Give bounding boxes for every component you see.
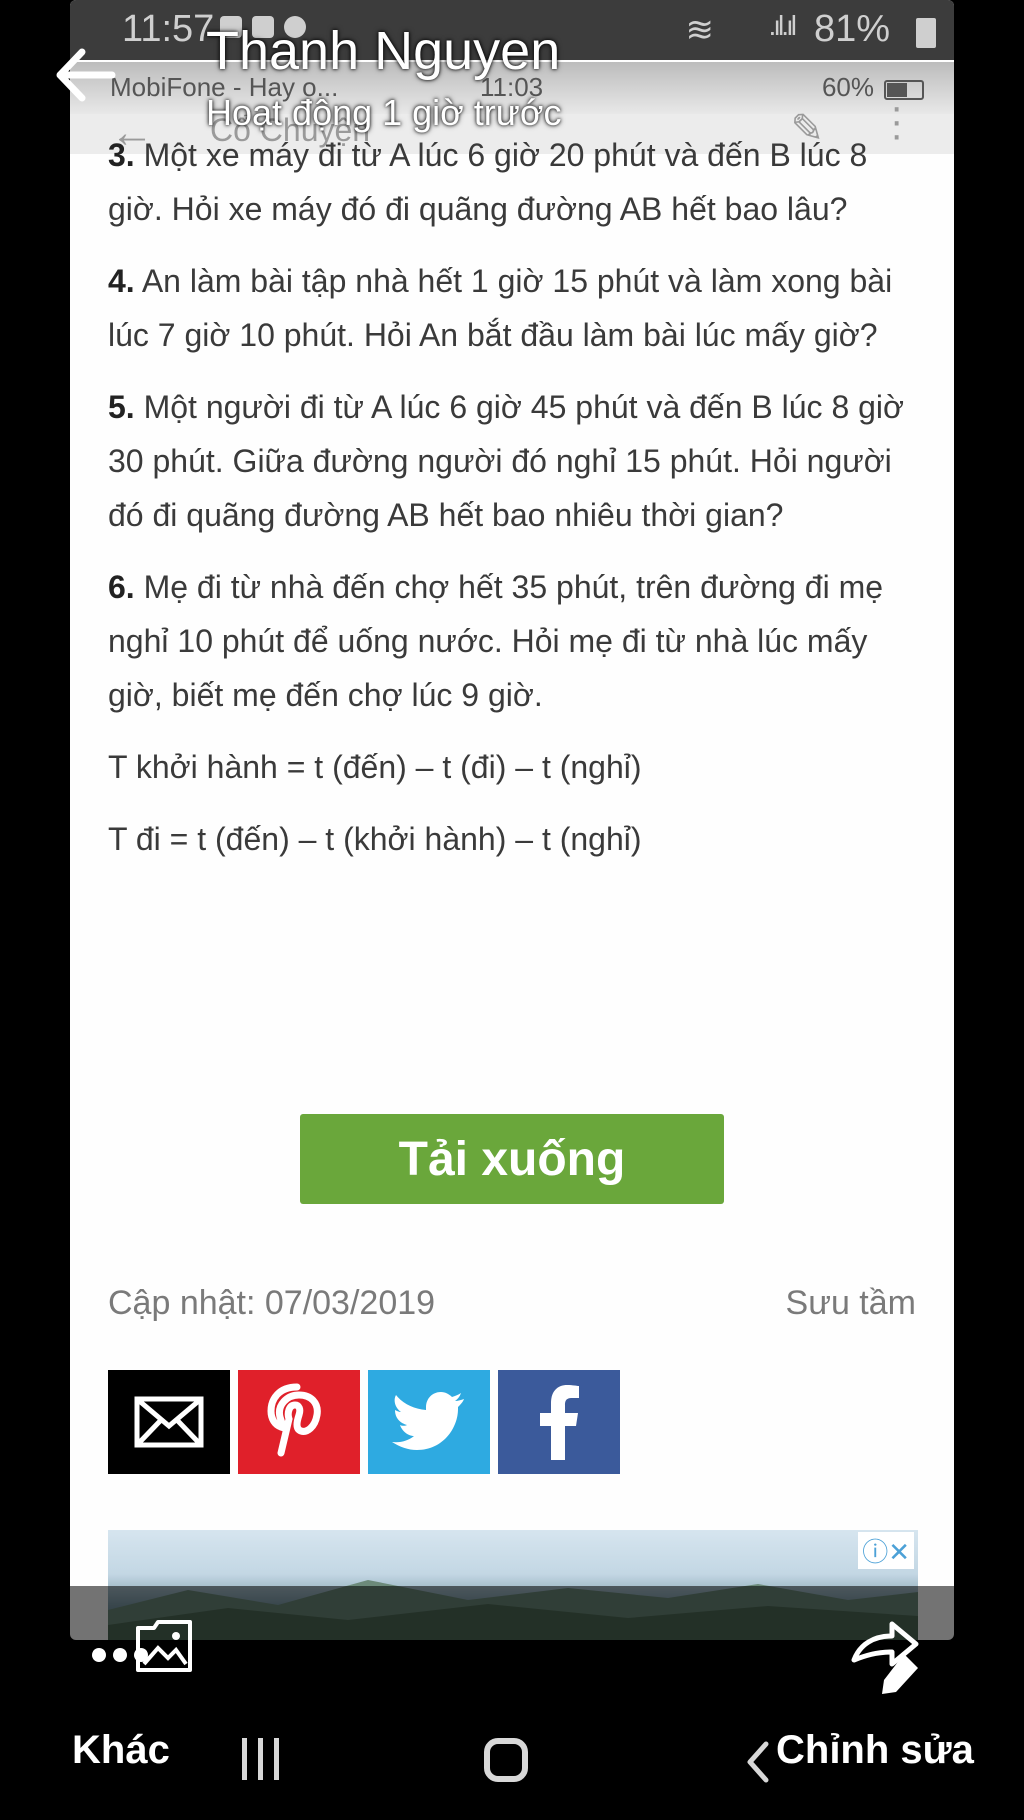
gallery-icon[interactable] (134, 1618, 194, 1674)
chevron-left-icon[interactable] (744, 1740, 770, 1784)
back-arrow-icon[interactable] (50, 40, 120, 110)
adchoices-icon[interactable]: ⓘ✕ (858, 1532, 914, 1569)
recent-apps-icon[interactable] (240, 1736, 282, 1782)
question-4: 4. An làm bài tập nhà hết 1 giờ 15 phút … (108, 254, 918, 362)
shared-screenshot-photo: 11:57 ≋ .ıl.ıl 81% MobiFone - Hay o... 1… (70, 0, 954, 1640)
share-row (108, 1370, 620, 1474)
edit-share-icon[interactable] (846, 1610, 926, 1696)
source-label: Sưu tầm (785, 1284, 916, 1322)
poster-name[interactable]: Thanh Nguyen (206, 20, 560, 82)
formula-departure: T khởi hành = t (đến) – t (đi) – t (nghỉ… (108, 749, 642, 785)
posted-time: Hoạt động 1 giờ trước (206, 92, 562, 133)
question-text: Mẹ đi từ nhà đến chợ hết 35 phút, trên đ… (108, 569, 884, 713)
download-button[interactable]: Tải xuống (300, 1114, 724, 1204)
photo-viewer-header: Thanh Nguyen Hoạt động 1 giờ trước (0, 0, 1024, 140)
home-icon[interactable] (484, 1738, 528, 1782)
facebook-share-button[interactable] (498, 1370, 620, 1474)
formula-travel: T đi = t (đến) – t (khởi hành) – t (nghỉ… (108, 821, 642, 857)
email-share-button[interactable] (108, 1370, 230, 1474)
twitter-share-button[interactable] (368, 1370, 490, 1474)
question-number: 5. (108, 389, 135, 425)
article-body: 3. Một xe máy đi từ A lúc 6 giờ 20 phút … (108, 128, 918, 884)
question-text: Một người đi từ A lúc 6 giờ 45 phút và đ… (108, 389, 905, 533)
more-button[interactable]: Khác (72, 1728, 170, 1773)
question-number: 6. (108, 569, 135, 605)
twitter-icon (392, 1392, 464, 1450)
facebook-icon (540, 1385, 579, 1460)
edit-button[interactable]: Chỉnh sửa (776, 1728, 974, 1773)
question-text: An làm bài tập nhà hết 1 giờ 15 phút và … (108, 263, 893, 353)
email-icon (134, 1396, 204, 1448)
question-6: 6. Mẹ đi từ nhà đến chợ hết 35 phút, trê… (108, 560, 918, 722)
pinterest-share-button[interactable] (238, 1370, 360, 1474)
question-number: 4. (108, 263, 135, 299)
question-text: Một xe máy đi từ A lúc 6 giờ 20 phút và … (108, 137, 868, 227)
question-number: 3. (108, 137, 135, 173)
question-5: 5. Một người đi từ A lúc 6 giờ 45 phút v… (108, 380, 918, 542)
updated-date: Cập nhật: 07/03/2019 (108, 1284, 436, 1322)
pinterest-icon (267, 1383, 321, 1457)
question-3: 3. Một xe máy đi từ A lúc 6 giờ 20 phút … (108, 128, 918, 236)
